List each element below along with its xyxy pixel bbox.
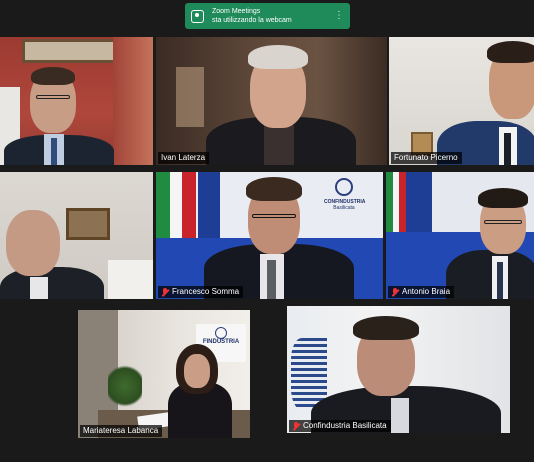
- glasses: [252, 214, 296, 218]
- participant-name: Antonio Braia: [402, 287, 451, 296]
- video-tile-participant-7[interactable]: FINDUSTRIA Mariateresa Labanca: [78, 310, 250, 438]
- notification-title: Zoom Meetings: [212, 8, 261, 15]
- confindustria-emblem-icon: [215, 327, 227, 339]
- video-tile-participant-6[interactable]: Antonio Braia: [386, 172, 534, 299]
- video-tile-participant-4[interactable]: [0, 172, 153, 299]
- participant-name-tag: Fortunato Picerno: [391, 152, 462, 164]
- video-tile-participant-5[interactable]: CONFINDUSTRIA Basilicata Francesco Somma: [156, 172, 383, 299]
- participant-name: Fortunato Picerno: [394, 153, 458, 162]
- wall-picture: [22, 39, 117, 63]
- glasses: [484, 220, 522, 224]
- eu-flag: [198, 172, 220, 242]
- muted-microphone-icon: [391, 287, 399, 297]
- participant-name: Mariateresa Labanca: [83, 426, 159, 435]
- webcam-icon: [191, 9, 204, 23]
- confindustria-logo: CONFINDUSTRIA Basilicata: [324, 178, 365, 218]
- participant-name-tag: Mariateresa Labanca: [80, 425, 163, 437]
- person-head: [6, 210, 60, 276]
- italy-flag: [386, 172, 393, 236]
- video-tile-participant-8[interactable]: Confindustria Basilicata: [287, 306, 510, 433]
- plant: [108, 362, 142, 410]
- video-tile-participant-2[interactable]: Ivan Laterza: [156, 37, 387, 165]
- video-tile-participant-1[interactable]: [0, 37, 153, 165]
- participant-name-tag: Francesco Somma: [158, 286, 244, 298]
- glasses: [36, 95, 70, 99]
- webcam-notification[interactable]: Zoom Meetings sta utilizzando la webcam …: [185, 3, 350, 29]
- participant-name: Francesco Somma: [172, 287, 240, 296]
- participant-name: Ivan Laterza: [161, 153, 206, 162]
- papers: [108, 260, 153, 299]
- video-tile-participant-3[interactable]: Fortunato Picerno: [389, 37, 534, 165]
- more-options-icon[interactable]: ⋮: [334, 11, 344, 21]
- muted-microphone-icon: [161, 287, 169, 297]
- confindustria-emblem-icon: [335, 178, 353, 196]
- participant-name-tag: Confindustria Basilicata: [289, 420, 391, 432]
- person-body: [446, 250, 534, 299]
- participant-name-tag: Ivan Laterza: [158, 152, 210, 164]
- italy-flag: [156, 172, 170, 242]
- participant-name: Confindustria Basilicata: [303, 421, 387, 430]
- muted-microphone-icon: [292, 421, 300, 431]
- zoom-gallery-view: Ivan Laterza Fortunato Picerno CONFINDUS…: [0, 0, 534, 462]
- wall-picture: [66, 208, 110, 240]
- person-body: [0, 267, 104, 299]
- eu-flag: [406, 172, 432, 236]
- notification-message: sta utilizzando la webcam: [212, 17, 292, 24]
- participant-name-tag: Antonio Braia: [388, 286, 455, 298]
